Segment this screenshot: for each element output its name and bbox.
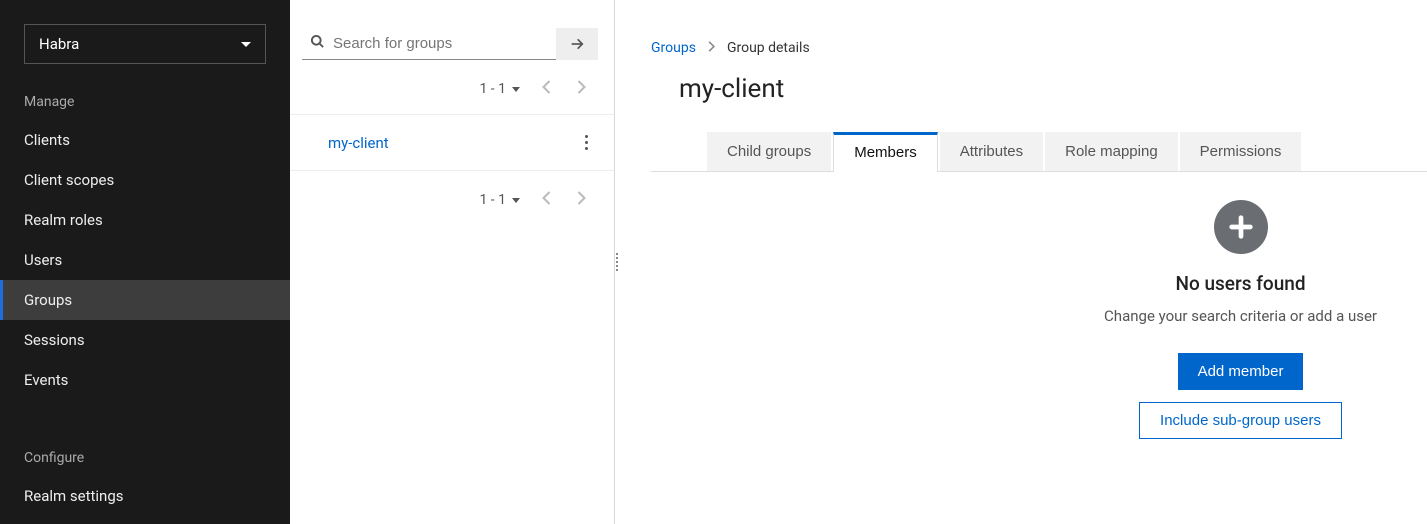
pager-top: 1 - 1 <box>290 60 614 114</box>
plus-circle-icon <box>1214 200 1268 254</box>
search-row <box>290 28 614 60</box>
nav-section-configure: Configure <box>0 436 290 476</box>
pager-prev[interactable] <box>538 187 555 213</box>
caret-down-icon <box>512 198 520 203</box>
tab-role-mapping[interactable]: Role mapping <box>1045 132 1178 171</box>
caret-down-icon <box>512 87 520 92</box>
pager-count[interactable]: 1 - 1 <box>479 81 520 97</box>
realm-name: Habra <box>39 35 79 53</box>
realm-selector[interactable]: Habra <box>24 24 266 64</box>
list-item: my-client <box>290 115 614 170</box>
sidebar-item-client-scopes[interactable]: Client scopes <box>0 160 290 200</box>
search-submit-button[interactable] <box>556 28 598 60</box>
add-member-button[interactable]: Add member <box>1178 353 1304 390</box>
tab-permissions[interactable]: Permissions <box>1180 132 1302 171</box>
sidebar-item-sessions[interactable]: Sessions <box>0 320 290 360</box>
main-content: Groups Group details my-client Child gro… <box>615 0 1427 524</box>
empty-description: Change your search criteria or add a use… <box>1104 307 1377 325</box>
include-subgroup-button[interactable]: Include sub-group users <box>1139 402 1342 439</box>
search-box <box>302 28 556 60</box>
tab-child-groups[interactable]: Child groups <box>707 132 831 171</box>
tab-attributes[interactable]: Attributes <box>940 132 1043 171</box>
breadcrumb: Groups Group details <box>651 40 1427 56</box>
sidebar-item-users[interactable]: Users <box>0 240 290 280</box>
sidebar: Habra Manage Clients Client scopes Realm… <box>0 0 290 524</box>
tabs: Child groups Members Attributes Role map… <box>651 132 1427 172</box>
sidebar-item-clients[interactable]: Clients <box>0 120 290 160</box>
empty-title: No users found <box>1175 272 1305 295</box>
search-icon <box>310 34 325 53</box>
page-title: my-client <box>679 74 1427 104</box>
nav-section-manage: Manage <box>0 80 290 120</box>
sidebar-item-realm-roles[interactable]: Realm roles <box>0 200 290 240</box>
chevron-right-icon <box>708 41 715 55</box>
sidebar-item-events[interactable]: Events <box>0 360 290 400</box>
pager-next[interactable] <box>573 187 590 213</box>
sidebar-item-realm-settings[interactable]: Realm settings <box>0 476 290 516</box>
empty-state: No users found Change your search criter… <box>1104 200 1377 439</box>
pager-bottom: 1 - 1 <box>290 171 614 225</box>
pager-next[interactable] <box>573 76 590 102</box>
group-list: my-client <box>290 114 614 171</box>
tab-members[interactable]: Members <box>833 132 938 172</box>
search-input[interactable] <box>333 35 548 52</box>
kebab-icon[interactable] <box>581 131 592 154</box>
breadcrumb-current: Group details <box>727 40 810 56</box>
group-link[interactable]: my-client <box>328 134 389 152</box>
caret-down-icon <box>241 42 251 47</box>
breadcrumb-root[interactable]: Groups <box>651 40 696 56</box>
pager-count[interactable]: 1 - 1 <box>479 192 520 208</box>
groups-panel: 1 - 1 my-client 1 - 1 <box>290 0 615 524</box>
pager-prev[interactable] <box>538 76 555 102</box>
spacer <box>0 400 290 436</box>
sidebar-item-groups[interactable]: Groups <box>0 280 290 320</box>
